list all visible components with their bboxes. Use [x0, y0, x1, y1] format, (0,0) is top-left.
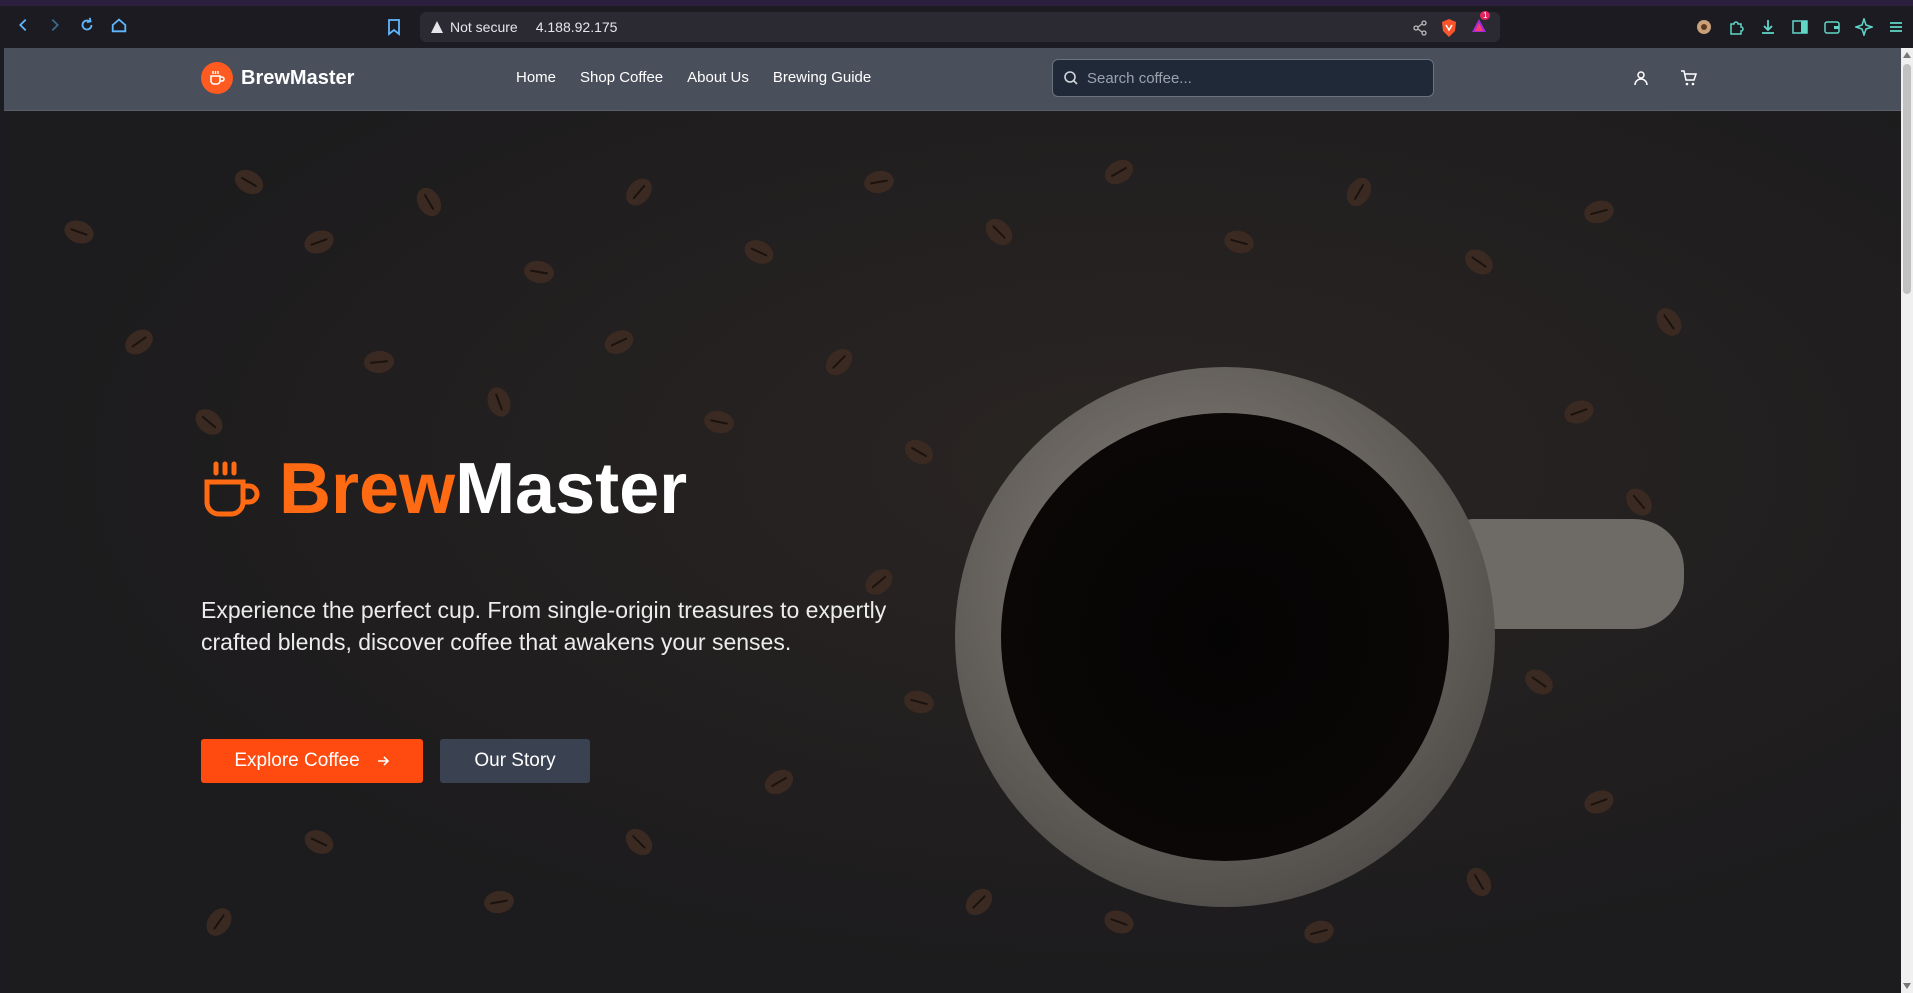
scrollbar-thumb[interactable]	[1903, 64, 1911, 294]
user-account-icon[interactable]	[1632, 69, 1650, 87]
url-text[interactable]: 4.188.92.175	[536, 19, 618, 35]
hero-description: Experience the perfect cup. From single-…	[201, 597, 887, 655]
scroll-down-icon[interactable]	[1903, 983, 1911, 989]
page-scrollbar[interactable]	[1901, 48, 1913, 993]
hero-section: BrewMaster Experience the perfect cup. F…	[4, 111, 1901, 993]
share-icon[interactable]	[1412, 19, 1428, 36]
shopping-cart-icon[interactable]	[1680, 69, 1698, 87]
hero-heading-brew: Brew	[279, 449, 456, 529]
coffee-cup-icon	[204, 461, 260, 517]
nav-shop-coffee[interactable]: Shop Coffee	[580, 69, 663, 86]
reload-icon[interactable]	[78, 16, 96, 34]
wallet-icon[interactable]	[1823, 18, 1841, 36]
puzzle-icon[interactable]	[1727, 18, 1745, 36]
forward-icon[interactable]	[46, 16, 64, 34]
nav-about-us[interactable]: About Us	[687, 69, 749, 86]
leo-ai-icon[interactable]	[1855, 18, 1873, 36]
rewards-badge: 1	[1480, 11, 1491, 20]
our-story-button[interactable]: Our Story	[440, 739, 590, 783]
browser-toolbar: Not secure 4.188.92.175 1	[0, 0, 1913, 48]
sidebar-icon[interactable]	[1791, 18, 1809, 36]
address-bar[interactable]: Not secure 4.188.92.175 1	[420, 11, 1500, 42]
hero-heading-master: Master	[455, 449, 688, 529]
search-input[interactable]	[1087, 69, 1417, 87]
security-label[interactable]: Not secure	[450, 19, 518, 35]
home-icon[interactable]	[110, 16, 128, 34]
search-box	[1052, 59, 1434, 97]
profile-extension-icon[interactable]	[1695, 18, 1713, 36]
bookmark-icon[interactable]	[386, 18, 402, 36]
brand-logo[interactable]: BrewMaster	[201, 62, 354, 94]
explore-coffee-label: Explore Coffee	[234, 750, 360, 771]
download-icon[interactable]	[1759, 18, 1777, 36]
coffee-liquid	[1001, 413, 1449, 861]
site-header: BrewMaster Home Shop Coffee About Us Bre…	[4, 48, 1901, 111]
browser-nav	[14, 16, 128, 34]
address-actions: 1	[1412, 11, 1491, 38]
scroll-up-icon[interactable]	[1903, 52, 1911, 58]
brand-name: BrewMaster	[241, 66, 355, 89]
brave-shield-icon[interactable]	[1440, 18, 1458, 38]
main-nav: Home Shop Coffee About Us Brewing Guide	[516, 69, 871, 86]
coffee-cup-icon	[201, 62, 233, 94]
hero-heading: BrewMaster	[279, 453, 687, 525]
nav-home[interactable]: Home	[516, 69, 556, 86]
menu-icon[interactable]	[1887, 18, 1905, 36]
rewards-button[interactable]: 1	[1470, 11, 1491, 38]
back-icon[interactable]	[14, 16, 32, 34]
page-viewport: BrewMaster Home Shop Coffee About Us Bre…	[4, 48, 1901, 993]
search-icon	[1064, 71, 1078, 85]
nav-brewing-guide[interactable]: Brewing Guide	[773, 69, 871, 86]
explore-coffee-button[interactable]: Explore Coffee	[201, 739, 423, 783]
warning-icon	[431, 21, 443, 33]
header-actions	[1632, 69, 1698, 87]
extension-icons	[1695, 18, 1905, 36]
hero-title: BrewMaster	[201, 453, 687, 525]
arrow-right-icon	[377, 756, 389, 766]
